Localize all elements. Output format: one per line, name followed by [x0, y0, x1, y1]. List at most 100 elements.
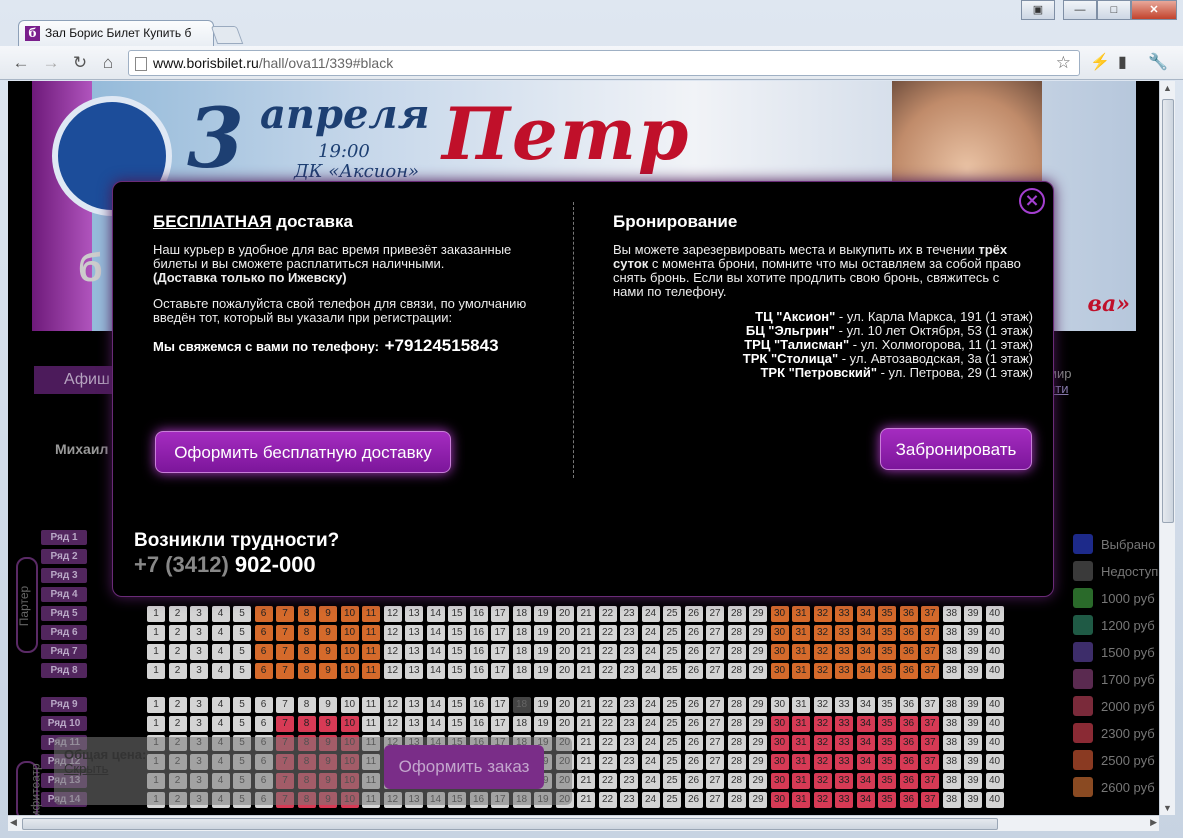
seat[interactable]: 32 — [813, 735, 832, 751]
seat[interactable]: 33 — [835, 663, 853, 679]
seat[interactable]: 27 — [706, 792, 724, 808]
seat[interactable]: 28 — [727, 792, 746, 808]
seat[interactable]: 31 — [792, 606, 810, 622]
seat[interactable]: 39 — [964, 644, 982, 660]
seat[interactable]: 22 — [598, 663, 617, 679]
seat[interactable]: 24 — [641, 716, 660, 732]
seat[interactable]: 16 — [469, 606, 488, 622]
seat[interactable]: 34 — [856, 697, 875, 713]
seat[interactable]: 35 — [878, 697, 896, 713]
seat[interactable]: 39 — [964, 625, 982, 641]
hide-link[interactable]: Скрыть — [64, 761, 108, 776]
seat[interactable]: 7 — [276, 663, 294, 679]
seat[interactable]: 6 — [254, 716, 273, 732]
seat[interactable]: 17 — [491, 697, 509, 713]
seat[interactable]: 24 — [641, 773, 660, 789]
seat[interactable]: 40 — [985, 625, 1004, 641]
back-icon[interactable]: ← — [10, 52, 32, 74]
seat[interactable]: 4 — [211, 625, 230, 641]
horizontal-scrollbar[interactable]: ◀ ▶ — [8, 815, 1159, 831]
seat[interactable]: 19 — [534, 663, 552, 679]
seat[interactable]: 32 — [813, 716, 832, 732]
seat[interactable]: 33 — [835, 792, 853, 808]
seat[interactable]: 6 — [254, 606, 273, 622]
book-button[interactable]: Забронировать — [880, 428, 1032, 470]
seat[interactable]: 22 — [598, 697, 617, 713]
seat[interactable]: 27 — [706, 697, 724, 713]
seat[interactable]: 9 — [319, 697, 337, 713]
seat[interactable]: 18 — [512, 697, 531, 713]
seat[interactable]: 28 — [727, 663, 746, 679]
seat[interactable]: 22 — [598, 792, 617, 808]
seat[interactable]: 26 — [684, 735, 703, 751]
seat[interactable]: 27 — [706, 773, 724, 789]
seat[interactable]: 37 — [921, 625, 939, 641]
seat[interactable]: 2 — [168, 716, 187, 732]
seat[interactable]: 31 — [792, 773, 810, 789]
seat[interactable]: 20 — [555, 716, 574, 732]
seat[interactable]: 16 — [469, 716, 488, 732]
seat[interactable]: 33 — [835, 735, 853, 751]
new-tab-button[interactable] — [210, 26, 244, 44]
seat[interactable]: 38 — [942, 625, 961, 641]
seat[interactable]: 6 — [254, 644, 273, 660]
seat[interactable]: 16 — [469, 663, 488, 679]
seat[interactable]: 2 — [168, 625, 187, 641]
seat[interactable]: 3 — [190, 716, 208, 732]
seat[interactable]: 4 — [211, 697, 230, 713]
seat[interactable]: 33 — [835, 697, 853, 713]
seat[interactable]: 32 — [813, 792, 832, 808]
seat[interactable]: 11 — [362, 644, 380, 660]
seat[interactable]: 34 — [856, 716, 875, 732]
site-logo[interactable]: б — [78, 246, 103, 291]
seat[interactable]: 7 — [276, 716, 294, 732]
seat[interactable]: 21 — [577, 697, 595, 713]
seat[interactable]: 12 — [383, 606, 402, 622]
seat[interactable]: 21 — [577, 663, 595, 679]
seat[interactable]: 39 — [964, 663, 982, 679]
seat[interactable]: 36 — [899, 663, 918, 679]
seat[interactable]: 12 — [383, 625, 402, 641]
seat[interactable]: 23 — [620, 754, 638, 770]
seat[interactable]: 16 — [469, 644, 488, 660]
seat[interactable]: 24 — [641, 625, 660, 641]
vertical-scroll-thumb[interactable] — [1162, 99, 1174, 523]
horizontal-scroll-thumb[interactable] — [22, 818, 998, 830]
seat[interactable]: 31 — [792, 792, 810, 808]
seat[interactable]: 20 — [555, 663, 574, 679]
seat[interactable]: 20 — [555, 644, 574, 660]
seat[interactable]: 26 — [684, 716, 703, 732]
seat[interactable]: 15 — [448, 625, 466, 641]
seat[interactable]: 7 — [276, 697, 294, 713]
seat[interactable]: 26 — [684, 663, 703, 679]
seat[interactable]: 6 — [254, 625, 273, 641]
seat[interactable]: 26 — [684, 697, 703, 713]
seat[interactable]: 35 — [878, 773, 896, 789]
seat[interactable]: 24 — [641, 792, 660, 808]
seat[interactable]: 39 — [964, 773, 982, 789]
seat[interactable]: 5 — [233, 644, 251, 660]
seat[interactable]: 15 — [448, 606, 466, 622]
seat[interactable]: 30 — [770, 606, 789, 622]
seat[interactable]: 40 — [985, 773, 1004, 789]
seat[interactable]: 24 — [641, 735, 660, 751]
seat[interactable]: 18 — [512, 625, 531, 641]
seat[interactable]: 17 — [491, 625, 509, 641]
seat[interactable]: 27 — [706, 644, 724, 660]
seat[interactable]: 40 — [985, 606, 1004, 622]
seat[interactable]: 29 — [749, 792, 767, 808]
seat[interactable]: 1 — [147, 606, 165, 622]
seat[interactable]: 24 — [641, 754, 660, 770]
seat[interactable]: 23 — [620, 663, 638, 679]
seat[interactable]: 1 — [147, 716, 165, 732]
seat[interactable]: 1 — [147, 625, 165, 641]
seat[interactable]: 5 — [233, 697, 251, 713]
seat[interactable]: 27 — [706, 625, 724, 641]
seat[interactable]: 35 — [878, 663, 896, 679]
seat[interactable]: 25 — [663, 716, 681, 732]
seat[interactable]: 9 — [319, 716, 337, 732]
seat[interactable]: 13 — [405, 644, 423, 660]
seat[interactable]: 34 — [856, 754, 875, 770]
seat[interactable]: 21 — [577, 625, 595, 641]
vertical-scrollbar[interactable]: ▲ ▼ — [1159, 81, 1175, 815]
